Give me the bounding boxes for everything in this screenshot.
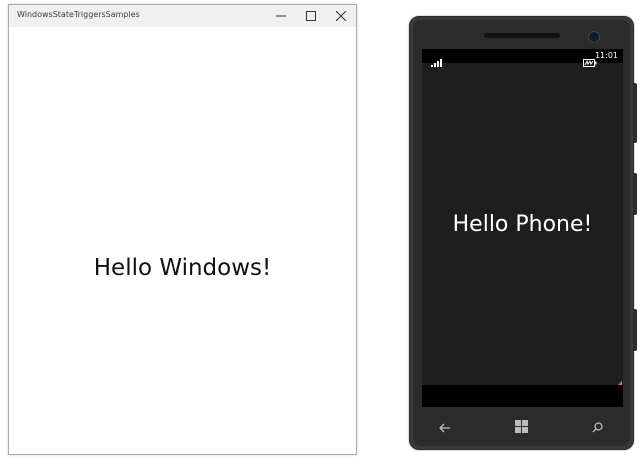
phone-screen: 11:01 Hello Phone!: [422, 49, 623, 407]
phone-emulator: 11:01 Hello Phone!: [409, 16, 637, 450]
search-button[interactable]: [587, 417, 607, 437]
window-title: WindowsStateTriggersSamples: [17, 10, 140, 19]
signal-strength-icon: [431, 52, 443, 71]
back-button[interactable]: [435, 417, 455, 437]
maximize-icon: [306, 11, 316, 21]
hello-phone-text: Hello Phone!: [452, 212, 593, 237]
phone-speaker-grille: [484, 33, 560, 38]
search-icon: [592, 418, 603, 437]
window-content: Hello Windows!: [9, 27, 356, 454]
volume-rocker[interactable]: [633, 83, 637, 143]
hello-windows-text: Hello Windows!: [93, 255, 272, 281]
minimize-button[interactable]: [266, 5, 296, 27]
front-camera-icon: [588, 31, 600, 43]
windows-start-icon: [514, 418, 528, 437]
minimize-icon: [276, 11, 286, 21]
close-icon: [336, 11, 346, 21]
maximize-button[interactable]: [296, 5, 326, 27]
phone-app-bar: [422, 385, 623, 407]
back-arrow-icon: [439, 418, 451, 437]
camera-button[interactable]: [633, 309, 637, 351]
window-titlebar[interactable]: WindowsStateTriggersSamples: [9, 5, 356, 27]
window-controls: [266, 5, 356, 27]
phone-status-bar: 11:01: [422, 49, 623, 67]
close-button[interactable]: [326, 5, 356, 27]
power-button[interactable]: [633, 173, 637, 215]
desktop-app-window: WindowsStateTriggersSamples Hello Window…: [8, 4, 357, 455]
start-button[interactable]: [511, 417, 531, 437]
status-time: 11:01: [594, 51, 618, 60]
